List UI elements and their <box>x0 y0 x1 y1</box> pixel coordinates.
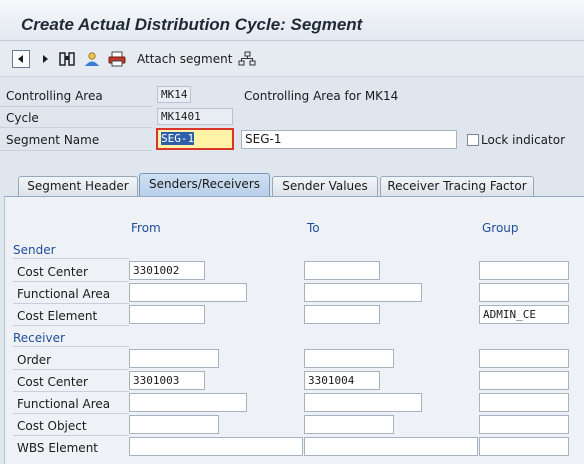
receiver-cost-center-to[interactable]: 3301004 <box>304 371 380 390</box>
title-bar: Create Actual Distribution Cycle: Segmen… <box>0 0 584 41</box>
tab-senders-receivers[interactable]: Senders/Receivers <box>139 173 270 196</box>
sender-cost-element-from[interactable] <box>129 305 205 324</box>
lock-indicator-checkbox[interactable] <box>467 134 479 146</box>
receiver-functional-area-label: Functional Area <box>17 397 111 411</box>
attach-segment-button[interactable]: Attach segment <box>137 52 232 66</box>
sender-cost-center-group[interactable] <box>479 261 569 280</box>
row-separator <box>13 413 129 414</box>
sender-cost-center-to[interactable] <box>304 261 380 280</box>
row-separator <box>13 369 129 370</box>
segment-description-field[interactable]: SEG-1 <box>241 130 457 149</box>
receiver-order-to[interactable] <box>304 349 394 368</box>
segment-name-field[interactable]: SEG-1 <box>156 128 234 150</box>
receiver-cost-center-group[interactable] <box>479 371 569 390</box>
row-separator <box>0 150 152 151</box>
receiver-functional-area-to[interactable] <box>304 393 422 412</box>
receiver-cost-object-from[interactable] <box>129 415 219 434</box>
sender-functional-area-label: Functional Area <box>17 287 111 301</box>
printer-icon[interactable] <box>108 51 126 67</box>
receiver-cost-object-to[interactable] <box>304 415 394 434</box>
person-icon[interactable] <box>83 51 101 67</box>
row-separator <box>13 303 129 304</box>
page-title: Create Actual Distribution Cycle: Segmen… <box>21 15 363 34</box>
sender-cost-center-from[interactable]: 3301002 <box>129 261 205 280</box>
receiver-wbs-element-to[interactable] <box>304 437 478 456</box>
tab-receiver-tracing-factor[interactable]: Receiver Tracing Factor <box>380 176 534 196</box>
receiver-cost-object-label: Cost Object <box>17 419 87 433</box>
hierarchy-icon[interactable] <box>238 51 256 67</box>
row-separator <box>13 435 129 436</box>
sender-functional-area-group[interactable] <box>479 283 569 302</box>
receiver-wbs-element-label: WBS Element <box>17 441 98 455</box>
receiver-order-from[interactable] <box>129 349 219 368</box>
tab-strip: Segment Header Senders/Receivers Sender … <box>0 173 584 196</box>
row-separator <box>13 325 129 326</box>
receiver-wbs-element-from[interactable] <box>129 437 303 456</box>
row-separator <box>13 258 129 259</box>
receiver-order-label: Order <box>17 353 52 367</box>
column-header-group: Group <box>482 221 519 235</box>
column-header-from: From <box>131 221 161 235</box>
forward-arrow-icon[interactable] <box>39 51 51 67</box>
segment-name-value: SEG-1 <box>161 132 195 145</box>
controlling-area-field[interactable]: MK14 <box>157 86 191 103</box>
back-arrow-icon[interactable] <box>12 50 30 68</box>
sender-section-title: Sender <box>13 243 56 257</box>
receiver-section-title: Receiver <box>13 331 65 345</box>
sender-cost-element-label: Cost Element <box>17 309 98 323</box>
receiver-cost-object-group[interactable] <box>479 415 569 434</box>
receiver-wbs-element-group[interactable] <box>479 437 569 456</box>
tab-segment-header[interactable]: Segment Header <box>18 176 138 196</box>
row-separator <box>13 281 129 282</box>
column-header-to: To <box>307 221 320 235</box>
cycle-field[interactable]: MK1401 <box>157 108 233 125</box>
lock-indicator-label: Lock indicator <box>481 133 565 147</box>
row-separator <box>0 127 152 128</box>
binoculars-icon[interactable] <box>59 51 75 67</box>
row-separator <box>0 106 152 107</box>
sender-functional-area-from[interactable] <box>129 283 247 302</box>
segment-name-label: Segment Name <box>6 133 100 147</box>
row-separator <box>13 391 129 392</box>
application-toolbar: Attach segment <box>0 42 584 77</box>
receiver-functional-area-from[interactable] <box>129 393 247 412</box>
receiver-order-group[interactable] <box>479 349 569 368</box>
row-separator <box>13 346 129 347</box>
cycle-label: Cycle <box>6 111 39 125</box>
sender-cost-center-label: Cost Center <box>17 265 88 279</box>
controlling-area-description: Controlling Area for MK14 <box>244 89 399 103</box>
receiver-functional-area-group[interactable] <box>479 393 569 412</box>
sender-cost-element-to[interactable] <box>304 305 380 324</box>
sender-functional-area-to[interactable] <box>304 283 422 302</box>
receiver-cost-center-label: Cost Center <box>17 375 88 389</box>
tab-sender-values[interactable]: Sender Values <box>272 176 378 196</box>
sender-cost-element-group[interactable]: ADMIN_CE <box>479 305 569 324</box>
receiver-cost-center-from[interactable]: 3301003 <box>129 371 205 390</box>
controlling-area-label: Controlling Area <box>6 89 103 103</box>
